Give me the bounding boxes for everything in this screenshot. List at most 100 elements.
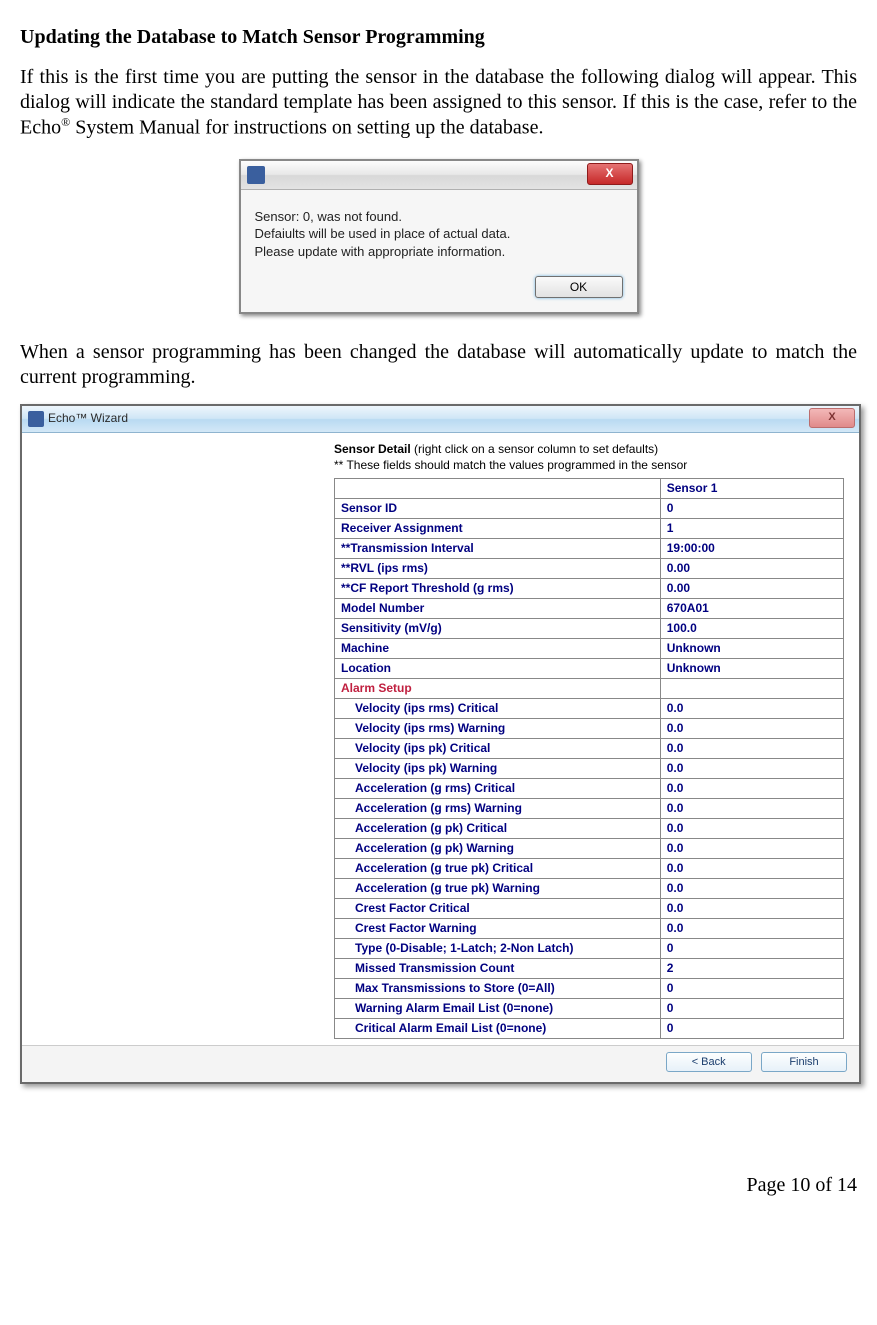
wizard-dialog: Echo™ Wizard X Sensor Detail (right clic… [20, 404, 861, 1083]
table-row: Warning Alarm Email List (0=none)0 [335, 998, 844, 1018]
table-row: Receiver Assignment1 [335, 518, 844, 538]
row-label: Acceleration (g pk) Critical [335, 818, 661, 838]
sensor-detail-note: ** These fields should match the values … [334, 457, 847, 473]
close-button[interactable]: X [809, 408, 855, 428]
table-row: **RVL (ips rms)0.00 [335, 558, 844, 578]
table-row: Sensitivity (mV/g)100.0 [335, 618, 844, 638]
row-label: **RVL (ips rms) [335, 558, 661, 578]
registered-mark: ® [61, 115, 70, 129]
row-label: Critical Alarm Email List (0=none) [335, 1018, 661, 1038]
row-label: Machine [335, 638, 661, 658]
dialog-line: Defaiults will be used in place of actua… [255, 225, 623, 243]
row-value[interactable]: 0.0 [660, 798, 843, 818]
dialog-button-row: OK [241, 270, 637, 312]
row-value[interactable]: 0.0 [660, 738, 843, 758]
row-label: Warning Alarm Email List (0=none) [335, 998, 661, 1018]
app-icon [247, 166, 265, 184]
table-row: **Transmission Interval19:00:00 [335, 538, 844, 558]
wizard-button-row: < Back Finish [22, 1045, 859, 1082]
close-button[interactable]: X [587, 163, 633, 185]
row-value[interactable]: 0.00 [660, 578, 843, 598]
row-value[interactable]: 0.0 [660, 818, 843, 838]
table-row: **CF Report Threshold (g rms)0.00 [335, 578, 844, 598]
alarm-setup-row: Alarm Setup [335, 678, 844, 698]
table-row: Crest Factor Critical0.0 [335, 898, 844, 918]
row-label: Receiver Assignment [335, 518, 661, 538]
table-row: Acceleration (g true pk) Warning0.0 [335, 878, 844, 898]
table-header-row: Sensor 1 [335, 478, 844, 498]
dialog-line: Sensor: 0, was not found. [255, 208, 623, 226]
table-row: Velocity (ips pk) Critical0.0 [335, 738, 844, 758]
para1-part-b: System Manual for instructions on settin… [70, 117, 543, 139]
row-value[interactable]: 0.0 [660, 858, 843, 878]
sensor-detail-title: Sensor Detail [334, 442, 411, 456]
row-label: Acceleration (g true pk) Critical [335, 858, 661, 878]
ok-button[interactable]: OK [535, 276, 623, 298]
table-row: Critical Alarm Email List (0=none)0 [335, 1018, 844, 1038]
table-row: MachineUnknown [335, 638, 844, 658]
table-row: Acceleration (g rms) Critical0.0 [335, 778, 844, 798]
row-label: Sensitivity (mV/g) [335, 618, 661, 638]
row-value[interactable]: 0 [660, 498, 843, 518]
row-label: Crest Factor Warning [335, 918, 661, 938]
wizard-body: Sensor Detail (right click on a sensor c… [22, 433, 859, 1044]
sensor-column-header[interactable]: Sensor 1 [660, 478, 843, 498]
table-row: Velocity (ips pk) Warning0.0 [335, 758, 844, 778]
finish-button[interactable]: Finish [761, 1052, 847, 1072]
row-label: Acceleration (g rms) Warning [335, 798, 661, 818]
row-label: Acceleration (g pk) Warning [335, 838, 661, 858]
row-value[interactable]: 0 [660, 1018, 843, 1038]
row-label: Acceleration (g rms) Critical [335, 778, 661, 798]
wizard-titlebar: Echo™ Wizard X [22, 406, 859, 433]
table-row: Model Number670A01 [335, 598, 844, 618]
row-value[interactable]: 670A01 [660, 598, 843, 618]
row-label: Location [335, 658, 661, 678]
row-value[interactable]: 100.0 [660, 618, 843, 638]
row-value[interactable]: 0 [660, 978, 843, 998]
body-paragraph: When a sensor programming has been chang… [20, 340, 857, 390]
sensor-table-wrap: Sensor 1 Sensor ID0Receiver Assignment1*… [334, 478, 844, 1039]
wizard-header-area: Sensor Detail (right click on a sensor c… [334, 441, 847, 473]
row-value[interactable]: 1 [660, 518, 843, 538]
row-value[interactable]: 0.00 [660, 558, 843, 578]
row-value[interactable]: 0.0 [660, 878, 843, 898]
table-row: Type (0-Disable; 1-Latch; 2-Non Latch)0 [335, 938, 844, 958]
row-label: Max Transmissions to Store (0=All) [335, 978, 661, 998]
table-row: Max Transmissions to Store (0=All)0 [335, 978, 844, 998]
row-value[interactable]: 0.0 [660, 778, 843, 798]
row-label: Velocity (ips pk) Critical [335, 738, 661, 758]
alarm-setup-label: Alarm Setup [335, 678, 661, 698]
row-label: Missed Transmission Count [335, 958, 661, 978]
table-row: Acceleration (g pk) Critical0.0 [335, 818, 844, 838]
row-value[interactable]: 2 [660, 958, 843, 978]
row-value[interactable]: 0.0 [660, 918, 843, 938]
row-value[interactable]: Unknown [660, 658, 843, 678]
row-value[interactable]: 0.0 [660, 718, 843, 738]
row-label: Crest Factor Critical [335, 898, 661, 918]
table-row: Acceleration (g pk) Warning0.0 [335, 838, 844, 858]
table-row: LocationUnknown [335, 658, 844, 678]
table-row: Crest Factor Warning0.0 [335, 918, 844, 938]
row-value[interactable]: 0 [660, 938, 843, 958]
row-label: Acceleration (g true pk) Warning [335, 878, 661, 898]
row-value[interactable]: 0.0 [660, 758, 843, 778]
dialog-body: Sensor: 0, was not found. Defaiults will… [241, 190, 637, 271]
intro-paragraph: If this is the first time you are puttin… [20, 65, 857, 141]
row-value [660, 678, 843, 698]
back-button[interactable]: < Back [666, 1052, 752, 1072]
row-value[interactable]: 0.0 [660, 698, 843, 718]
row-label: Sensor ID [335, 498, 661, 518]
row-value[interactable]: 0 [660, 998, 843, 1018]
row-value[interactable]: 19:00:00 [660, 538, 843, 558]
table-row: Acceleration (g true pk) Critical0.0 [335, 858, 844, 878]
table-row: Acceleration (g rms) Warning0.0 [335, 798, 844, 818]
table-row: Velocity (ips rms) Warning0.0 [335, 718, 844, 738]
section-heading: Updating the Database to Match Sensor Pr… [20, 26, 857, 49]
row-value[interactable]: Unknown [660, 638, 843, 658]
wizard-title: Echo™ Wizard [48, 411, 128, 425]
row-value[interactable]: 0.0 [660, 838, 843, 858]
table-row: Missed Transmission Count2 [335, 958, 844, 978]
row-label: Velocity (ips rms) Critical [335, 698, 661, 718]
row-value[interactable]: 0.0 [660, 898, 843, 918]
row-label: Velocity (ips rms) Warning [335, 718, 661, 738]
